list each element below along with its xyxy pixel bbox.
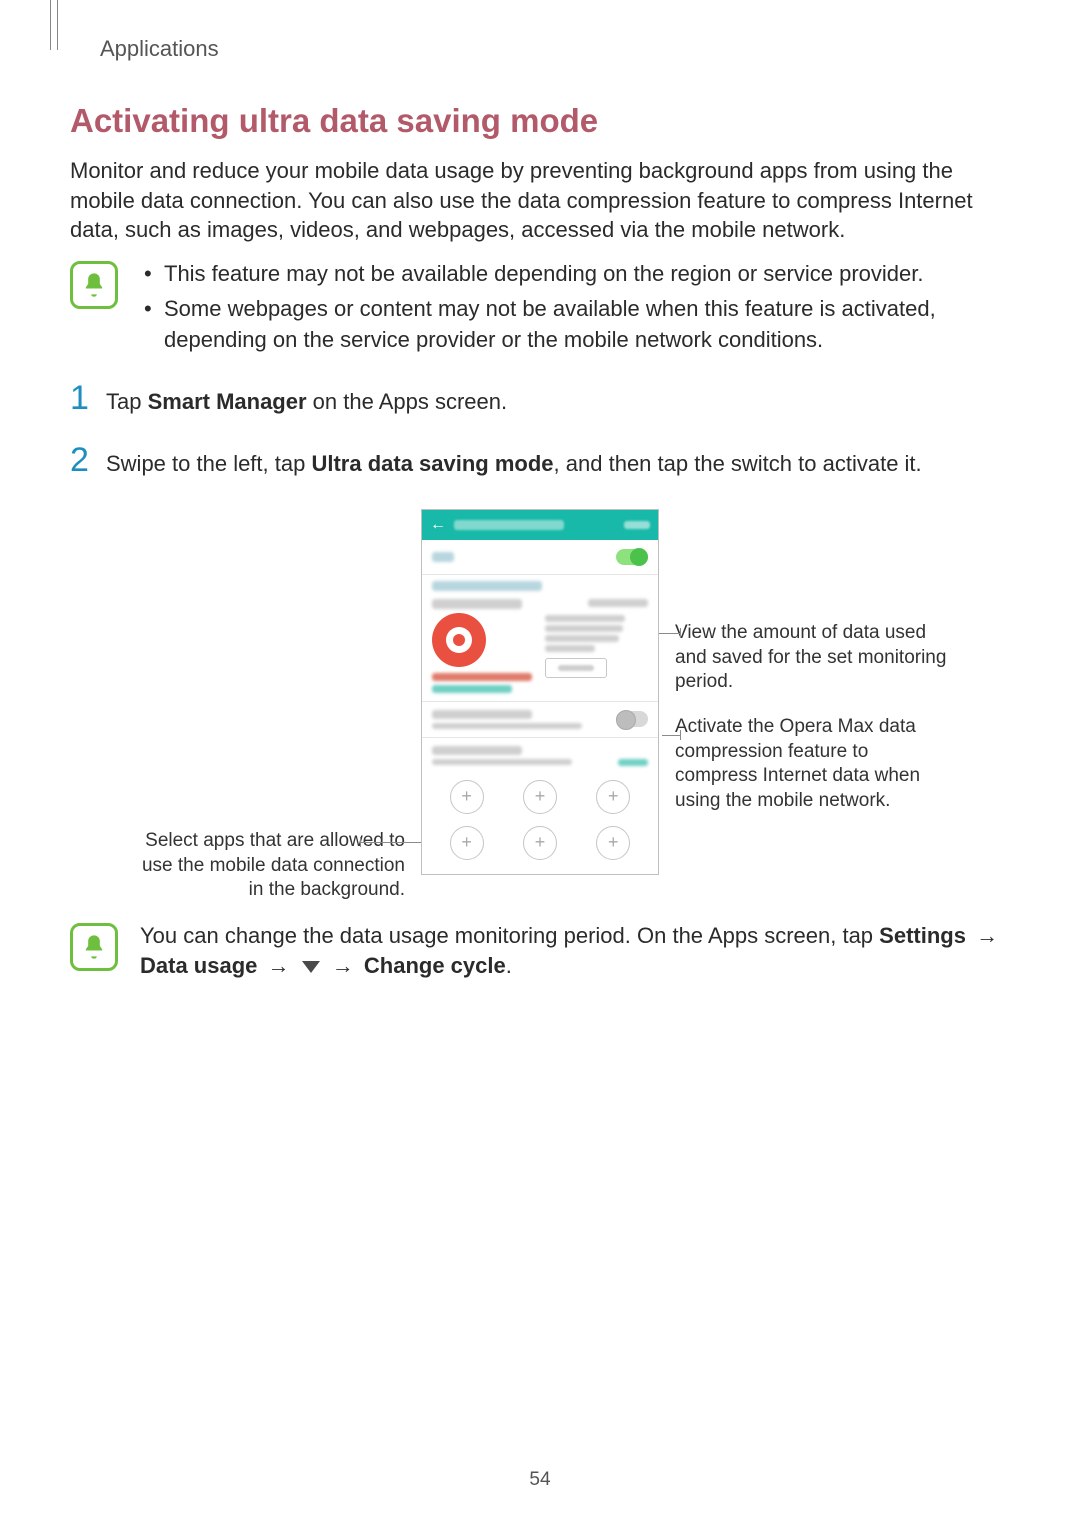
usage-donut-chart: [432, 613, 486, 667]
label-blurred: [618, 759, 648, 766]
connector-tick: [360, 837, 361, 847]
master-toggle-row: [422, 540, 658, 575]
bell-icon: [70, 923, 118, 971]
label-blurred: [545, 625, 623, 632]
note-suffix: .: [506, 953, 512, 978]
master-toggle[interactable]: [616, 549, 648, 565]
note-availability: This feature may not be available depend…: [70, 259, 1010, 359]
phone-screenshot: ←: [421, 509, 659, 875]
section-heading: Activating ultra data saving mode: [70, 102, 1010, 140]
step-2: 2 Swipe to the left, tap Ultra data savi…: [70, 443, 1010, 479]
phone-header: ←: [422, 510, 658, 540]
data-compression-row: [422, 702, 658, 738]
breadcrumb: Applications: [100, 36, 1010, 62]
step-text: Swipe to the left, tap Ultra data saving…: [106, 449, 922, 479]
callout-compression: Activate the Opera Max data compression …: [675, 715, 955, 814]
callouts-right: View the amount of data used and saved f…: [659, 509, 955, 834]
screen-title-blurred: [454, 520, 564, 530]
label-blurred: [432, 581, 542, 591]
data-usage-bold: Data usage: [140, 953, 257, 978]
change-cycle-bold: Change cycle: [364, 953, 506, 978]
data-usage-panel: [422, 575, 658, 702]
page-number: 54: [0, 1469, 1080, 1491]
note-item: This feature may not be available depend…: [140, 259, 1010, 290]
note-text: You can change the data usage monitoring…: [140, 921, 1010, 980]
figure: Select apps that are allowed to use the …: [70, 509, 1010, 903]
step-post: on the Apps screen.: [307, 389, 508, 414]
arrow-icon: →: [264, 953, 294, 978]
dropdown-icon: [302, 961, 320, 973]
back-icon[interactable]: ←: [430, 516, 446, 534]
header-tab-decoration: [50, 0, 58, 50]
details-button[interactable]: [545, 658, 607, 678]
note-change-cycle: You can change the data usage monitoring…: [70, 921, 1010, 980]
add-app-button[interactable]: +: [523, 780, 557, 814]
step-post: , and then tap the switch to activate it…: [554, 451, 922, 476]
add-app-button[interactable]: +: [596, 826, 630, 860]
more-blurred: [624, 521, 650, 529]
note-item: Some webpages or content may not be avai…: [140, 294, 1010, 356]
step-1: 1 Tap Smart Manager on the Apps screen.: [70, 381, 1010, 417]
label-blurred: [545, 615, 625, 622]
step-text: Tap Smart Manager on the Apps screen.: [106, 387, 507, 417]
bell-icon: [70, 261, 118, 309]
compression-toggle[interactable]: [616, 711, 648, 727]
connector-tick: [680, 628, 681, 638]
label-blurred: [545, 645, 595, 652]
page-content: Applications Activating ultra data savin…: [0, 0, 1080, 980]
label-blurred: [545, 635, 619, 642]
step-pre: Swipe to the left, tap: [106, 451, 311, 476]
label-blurred: [432, 746, 522, 755]
label-blurred: [558, 665, 594, 671]
label-blurred: [432, 723, 582, 729]
settings-bold: Settings: [879, 923, 966, 948]
add-app-button[interactable]: +: [450, 780, 484, 814]
label-blurred: [432, 673, 532, 681]
arrow-icon: →: [972, 923, 1002, 948]
add-app-button[interactable]: +: [596, 780, 630, 814]
step-bold: Smart Manager: [148, 389, 307, 414]
intro-paragraph: Monitor and reduce your mobile data usag…: [70, 156, 1010, 245]
connector-tick: [680, 730, 681, 740]
note-pre: You can change the data usage monitoring…: [140, 923, 879, 948]
label-blurred: [588, 599, 648, 607]
connector-line: [662, 735, 680, 736]
label-blurred: [432, 685, 512, 693]
label-blurred: [432, 599, 522, 609]
label-blurred: [432, 759, 572, 765]
add-app-button[interactable]: +: [523, 826, 557, 860]
app-exceptions-panel: [422, 738, 658, 768]
callout-left: Select apps that are allowed to use the …: [125, 829, 421, 903]
arrow-icon: →: [328, 953, 358, 978]
add-app-button[interactable]: +: [450, 826, 484, 860]
note-list: This feature may not be available depend…: [140, 259, 1010, 359]
steps: 1 Tap Smart Manager on the Apps screen. …: [70, 381, 1010, 478]
step-pre: Tap: [106, 389, 148, 414]
label-blurred: [432, 552, 454, 562]
step-bold: Ultra data saving mode: [311, 451, 553, 476]
app-exceptions-grid: + + + + + +: [422, 768, 658, 874]
step-number: 2: [70, 443, 106, 477]
label-blurred: [432, 710, 532, 719]
step-number: 1: [70, 381, 106, 415]
callout-data-usage: View the amount of data used and saved f…: [675, 621, 955, 695]
